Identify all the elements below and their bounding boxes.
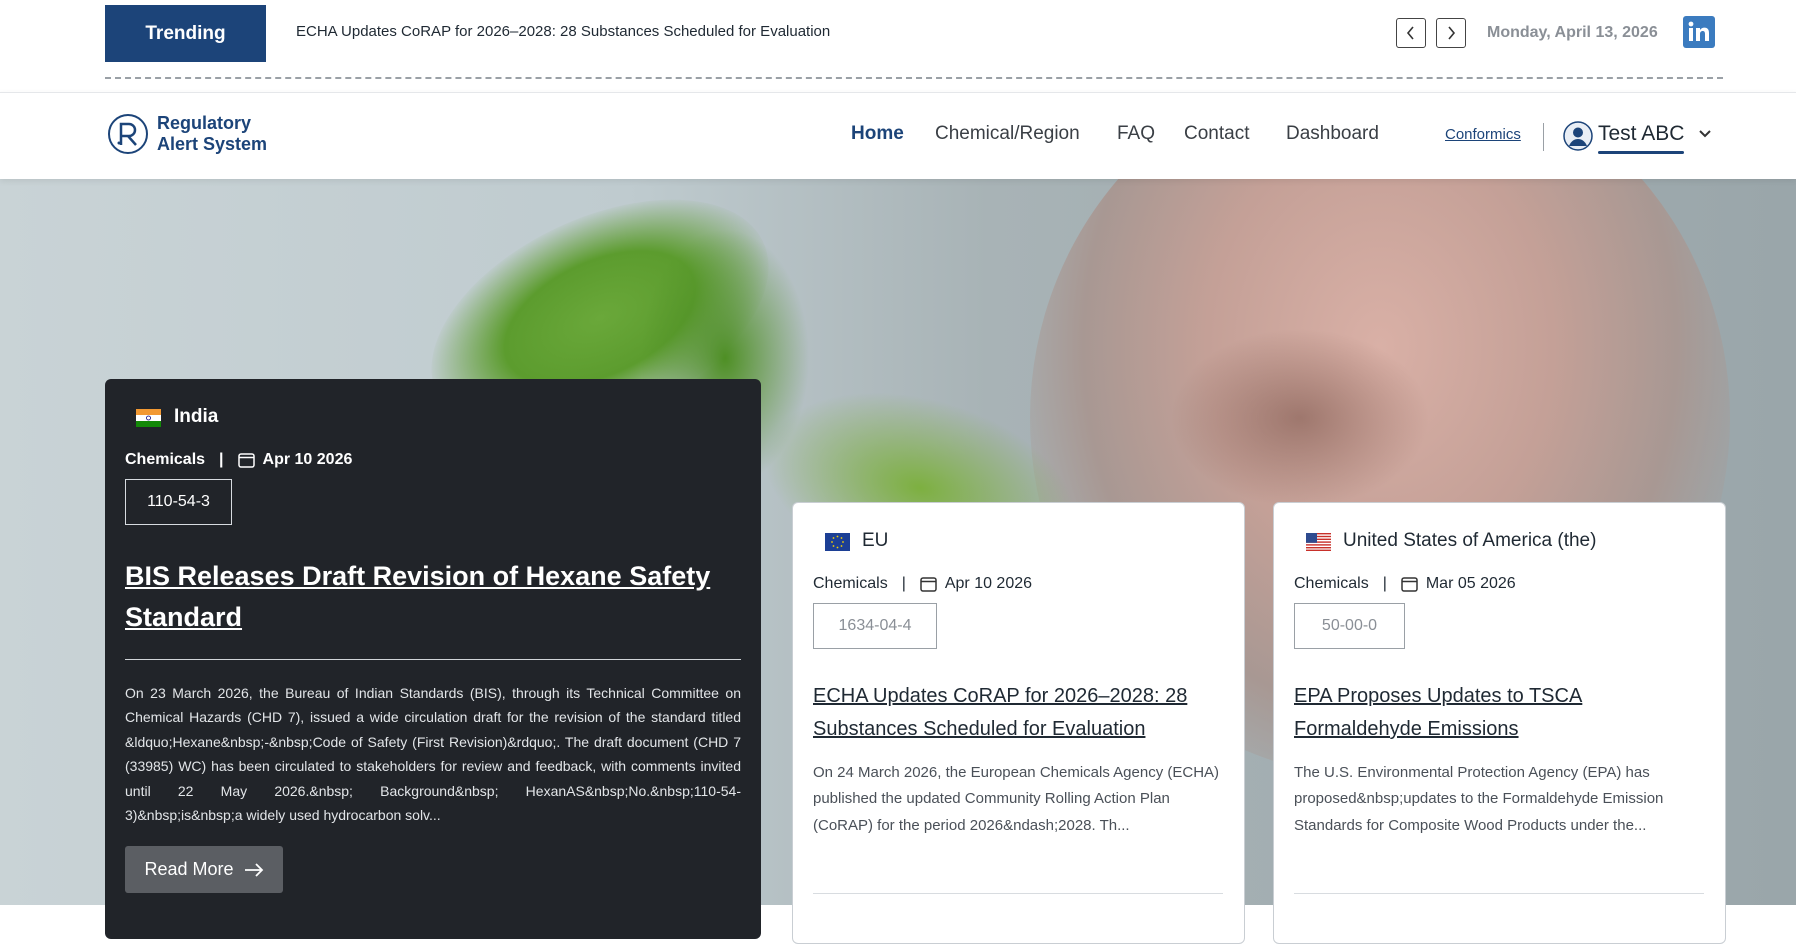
logo-line-1: Regulatory bbox=[157, 113, 252, 133]
usa-flag-icon bbox=[1306, 533, 1331, 551]
card-country: EU bbox=[862, 530, 889, 551]
card-date: Apr 10 2026 bbox=[262, 451, 353, 468]
ticker-prev-button[interactable] bbox=[1396, 18, 1426, 48]
card-country: India bbox=[174, 406, 219, 427]
card-title[interactable]: BIS Releases Draft Revision of Hexane Sa… bbox=[125, 556, 725, 638]
calendar-icon bbox=[1401, 577, 1418, 592]
nav-home[interactable]: Home bbox=[851, 123, 904, 145]
chevron-left-icon bbox=[1406, 26, 1414, 40]
logo-icon[interactable] bbox=[107, 113, 149, 155]
logo-line-2: Alert System bbox=[157, 134, 268, 154]
nav-faq[interactable]: FAQ bbox=[1117, 123, 1155, 145]
user-avatar-icon[interactable] bbox=[1563, 121, 1593, 151]
chevron-right-icon bbox=[1448, 26, 1456, 40]
card-date: Apr 10 2026 bbox=[944, 575, 1033, 592]
meta-separator: | bbox=[901, 575, 906, 592]
card-divider bbox=[1294, 893, 1704, 894]
divider bbox=[105, 77, 1723, 79]
card-divider bbox=[813, 893, 1223, 894]
current-date: Monday, April 13, 2026 bbox=[1487, 24, 1658, 41]
card-category: Chemicals bbox=[1294, 575, 1369, 592]
card-divider bbox=[125, 659, 741, 660]
chevron-down-icon[interactable] bbox=[1698, 129, 1712, 139]
card-meta: Chemicals | Mar 05 2026 bbox=[1294, 575, 1516, 593]
top-bar: Trending ECHA Updates CoRAP for 2026–202… bbox=[0, 0, 1796, 92]
article-card-us[interactable]: United States of America (the) Chemicals… bbox=[1273, 502, 1726, 944]
card-country: United States of America (the) bbox=[1343, 530, 1597, 551]
card-title[interactable]: ECHA Updates CoRAP for 2026–2028: 28 Sub… bbox=[813, 680, 1228, 746]
cas-number-tag[interactable]: 1634-04-4 bbox=[813, 603, 937, 649]
card-description: The U.S. Environmental Protection Agency… bbox=[1294, 764, 1664, 834]
nav-chemical-region[interactable]: Chemical/Region bbox=[935, 123, 1080, 145]
trending-label: Trending bbox=[105, 5, 266, 62]
card-category: Chemicals bbox=[813, 575, 888, 592]
india-flag-icon bbox=[136, 409, 161, 427]
meta-separator: | bbox=[1382, 575, 1387, 592]
card-meta: Chemicals | Apr 10 2026 bbox=[125, 451, 352, 469]
article-card-eu[interactable]: EU Chemicals | Apr 10 2026 1634-04-4 ECH… bbox=[792, 502, 1245, 944]
card-date: Mar 05 2026 bbox=[1425, 575, 1516, 592]
linkedin-icon[interactable] bbox=[1683, 16, 1715, 48]
meta-separator: | bbox=[219, 451, 224, 468]
conformics-link[interactable]: Conformics bbox=[1445, 126, 1521, 143]
trending-ticker-text[interactable]: ECHA Updates CoRAP for 2026–2028: 28 Sub… bbox=[296, 23, 830, 40]
nav-contact[interactable]: Contact bbox=[1184, 123, 1249, 145]
featured-article-card[interactable]: India Chemicals | Apr 10 2026 110-54-3 B… bbox=[105, 379, 761, 939]
eu-flag-icon bbox=[825, 533, 850, 551]
card-meta: Chemicals | Apr 10 2026 bbox=[813, 575, 1032, 593]
card-category: Chemicals bbox=[125, 451, 206, 468]
read-more-label: Read More bbox=[144, 859, 234, 879]
card-description: On 23 March 2026, the Bureau of Indian S… bbox=[125, 685, 741, 824]
user-menu-name[interactable]: Test ABC bbox=[1598, 122, 1684, 146]
calendar-icon bbox=[920, 577, 937, 592]
nav-separator bbox=[1543, 123, 1544, 151]
cas-number-tag[interactable]: 110-54-3 bbox=[125, 479, 232, 525]
nav-dashboard[interactable]: Dashboard bbox=[1286, 123, 1379, 145]
card-title[interactable]: EPA Proposes Updates to TSCA Formaldehyd… bbox=[1294, 680, 1709, 746]
user-name-underline bbox=[1598, 151, 1684, 154]
cas-number-tag[interactable]: 50-00-0 bbox=[1294, 603, 1405, 649]
arrow-right-icon bbox=[244, 862, 263, 877]
ticker-next-button[interactable] bbox=[1436, 18, 1466, 48]
main-nav: Regulatory Alert System Home Chemical/Re… bbox=[0, 92, 1796, 179]
calendar-icon bbox=[237, 453, 255, 468]
read-more-button[interactable]: Read More bbox=[125, 846, 283, 893]
card-description: On 24 March 2026, the European Chemicals… bbox=[813, 764, 1220, 834]
logo-text[interactable]: Regulatory Alert System bbox=[157, 113, 267, 155]
